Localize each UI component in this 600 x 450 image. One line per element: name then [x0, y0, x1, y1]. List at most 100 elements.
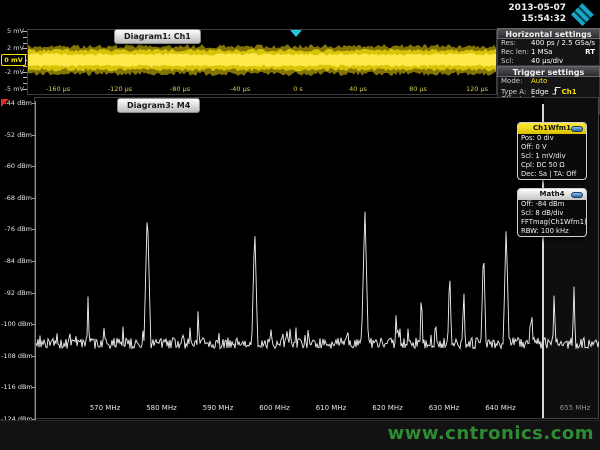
ch1wfm1-panel: Ch1Wfm1 Pos: 0 divOff: 0 VScl: 1 mV/divC… [517, 122, 587, 180]
settings-row-label: Scl: [501, 57, 531, 66]
frequency-axis-label: 590 MHz [196, 404, 240, 412]
settings-row-label: Mode: [501, 77, 531, 86]
settings-row-label: Res: [501, 39, 531, 48]
math4-panel: Math4 Off: -84 dBmScl: 8 dB/divFFTmag(Ch… [517, 188, 587, 237]
power-axis-tick [32, 387, 36, 388]
datetime-stamp: 2013-05-07 15:54:32 [508, 3, 566, 25]
voltage-axis-label: -5 mV [1, 85, 24, 93]
voltage-axis-tick [23, 77, 27, 78]
ch1wfm1-panel-body: Pos: 0 divOff: 0 VScl: 1 mV/divCpl: DC 5… [518, 134, 586, 179]
power-axis-label: -100 dBm [1, 320, 33, 328]
time-axis-label: 80 µs [398, 85, 438, 93]
settings-row: Rec len:1 MSa RT [498, 48, 599, 57]
power-axis-tick [32, 229, 36, 230]
settings-row-label: Rec len: [501, 48, 531, 57]
ch1wfm1-panel-row: Pos: 0 div [518, 134, 586, 143]
tab-diagram1[interactable]: Diagram1: Ch1 [114, 29, 201, 44]
voltage-axis-tick [23, 37, 27, 38]
power-axis-tick [32, 135, 36, 136]
math4-toggle[interactable] [571, 192, 583, 198]
math4-panel-row: RBW: 100 kHz [518, 227, 586, 236]
settings-row: Mode:Auto [498, 77, 599, 86]
ch1wfm1-panel-row: Off: 0 V [518, 143, 586, 152]
rohde-schwarz-logo [571, 3, 594, 26]
power-axis-tick [32, 166, 36, 167]
power-axis-label: -116 dBm [1, 383, 33, 391]
frequency-axis-label: 580 MHz [140, 404, 184, 412]
ch1wfm1-panel-row: Scl: 1 mV/div [518, 152, 586, 161]
ch1wfm1-panel-header[interactable]: Ch1Wfm1 [518, 123, 586, 134]
ch1wfm1-panel-title: Ch1Wfm1 [533, 124, 571, 132]
math4-panel-header[interactable]: Math4 [518, 189, 586, 200]
power-axis-tick [32, 103, 36, 104]
voltage-axis-tick [23, 43, 27, 44]
voltage-axis-tick [23, 72, 27, 73]
settings-row-value: Auto [531, 77, 547, 85]
right-edge-frequency-label: 655 MHz [554, 404, 596, 412]
time-axis-label: 120 µs [457, 85, 497, 93]
ch1-offset-marker[interactable]: 0 mV [1, 54, 26, 66]
math4-panel-row: Scl: 8 dB/div [518, 209, 586, 218]
math4-panel-title: Math4 [540, 190, 565, 198]
power-axis-tick [32, 293, 36, 294]
power-axis-tick [32, 356, 36, 357]
power-axis-label: -60 dBm [1, 162, 33, 170]
power-axis-label: -92 dBm [1, 289, 33, 297]
settings-row: Type A:EdgeCh1 [498, 86, 599, 95]
trigger-position-marker-icon[interactable] [290, 30, 302, 37]
math4-panel-row: FFTmag(Ch1Wfm1) [518, 218, 586, 227]
frequency-axis-label: 570 MHz [83, 404, 127, 412]
tab-diagram3[interactable]: Diagram3: M4 [117, 98, 200, 113]
voltage-axis-label: -2 mV [1, 68, 24, 76]
power-axis-label: -84 dBm [1, 257, 33, 265]
date-label: 2013-05-07 [508, 3, 566, 14]
frequency-axis-label: 630 MHz [422, 404, 466, 412]
frequency-axis-label: 610 MHz [309, 404, 353, 412]
oscilloscope-screen: 2013-05-07 15:54:32 -160 µs -120 µs -80 µs… [0, 0, 600, 450]
ch1wfm1-panel-row: Dec: Sa | TA: Off [518, 170, 586, 179]
math4-panel-body: Off: -84 dBmScl: 8 dB/divFFTmag(Ch1Wfm1)… [518, 200, 586, 236]
power-axis-label: -68 dBm [1, 194, 33, 202]
power-axis-tick [32, 198, 36, 199]
ch1wfm1-toggle[interactable] [571, 126, 583, 132]
voltage-axis-tick [23, 83, 27, 84]
power-axis-label: -76 dBm [1, 225, 33, 233]
time-label: 15:54:32 [508, 14, 566, 25]
voltage-axis-label: 2 mV [1, 44, 24, 52]
settings-row: Scl:40 µs/div [498, 57, 599, 66]
ch1wfm1-panel-row: Cpl: DC 50 Ω [518, 161, 586, 170]
frequency-axis-label: 620 MHz [366, 404, 410, 412]
settings-row: Res:400 ps / 2.5 GSa/s [498, 39, 599, 48]
time-axis-label: 40 µs [338, 85, 378, 93]
realtime-badge: RT [585, 48, 595, 57]
frequency-axis-label: 640 MHz [479, 404, 523, 412]
settings-row-value: 1 MSa [531, 48, 552, 56]
time-axis-label: -80 µs [160, 85, 200, 93]
voltage-axis-tick [23, 89, 27, 90]
power-axis-tick [32, 324, 36, 325]
overload-indicator-icon [1, 99, 9, 107]
math4-panel-row: Off: -84 dBm [518, 200, 586, 209]
power-axis-tick [32, 261, 36, 262]
power-axis-label: -108 dBm [1, 352, 33, 360]
ch1-noise-band [28, 53, 496, 67]
time-axis-label: -160 µs [38, 85, 78, 93]
voltage-axis-label: 5 mV [1, 27, 24, 35]
ch1-waveform-trace[interactable] [28, 30, 496, 82]
voltage-axis-tick [23, 66, 27, 67]
power-axis-label: -52 dBm [1, 131, 33, 139]
trigger-settings-header[interactable]: Trigger settings [497, 66, 600, 77]
voltage-axis-tick [23, 48, 27, 49]
fft-spectrum-line [36, 212, 599, 349]
horizontal-settings-header[interactable]: Horizontal settings [497, 28, 600, 39]
watermark-text: www.cntronics.com [388, 423, 594, 444]
voltage-axis-tick [23, 31, 27, 32]
time-axis-label: -40 µs [220, 85, 260, 93]
time-axis-label: -120 µs [100, 85, 140, 93]
horizontal-settings-body: Res:400 ps / 2.5 GSa/sRec len:1 MSaRTScl… [497, 39, 600, 66]
edge-rising-icon [552, 86, 561, 95]
time-axis-label: 0 s [278, 85, 318, 93]
settings-row-value: 40 µs/div [531, 57, 563, 65]
math4-spectrum-trace[interactable] [36, 103, 599, 419]
frequency-axis-label: 600 MHz [253, 404, 297, 412]
